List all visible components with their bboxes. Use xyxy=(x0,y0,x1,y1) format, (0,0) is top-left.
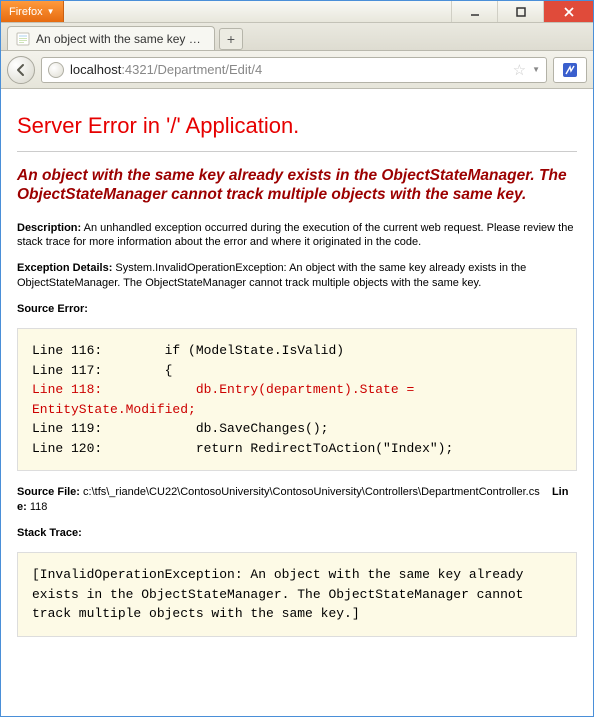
tab-active[interactable]: An object with the same key already exis… xyxy=(7,26,215,50)
close-button[interactable] xyxy=(543,1,593,22)
page-viewport: Server Error in '/' Application. An obje… xyxy=(1,89,593,716)
stack-trace-label: Stack Trace: xyxy=(17,527,82,539)
source-file-path: c:\tfs\_riande\CU22\ContosoUniversity\Co… xyxy=(80,486,540,498)
source-error-heading: Source Error: xyxy=(17,302,577,316)
firefox-menu-button[interactable]: Firefox ▼ xyxy=(1,1,64,22)
back-button[interactable] xyxy=(7,56,35,84)
description-text: An unhandled exception occurred during t… xyxy=(17,222,573,248)
error-subtitle: An object with the same key already exis… xyxy=(17,166,577,205)
page-favicon-icon xyxy=(16,32,30,46)
url-text[interactable]: localhost:4321/Department/Edit/4 xyxy=(70,62,507,77)
source-error-codebox: Line 116: if (ModelState.IsValid)Line 11… xyxy=(17,328,577,471)
description-label: Description: xyxy=(17,222,81,234)
tab-strip: An object with the same key already exis… xyxy=(1,23,593,51)
exception-label: Exception Details: xyxy=(17,262,112,274)
address-bar[interactable]: localhost:4321/Department/Edit/4 ☆ ▼ xyxy=(41,57,547,83)
divider xyxy=(17,151,577,152)
exception-paragraph: Exception Details: System.InvalidOperati… xyxy=(17,261,577,290)
navigation-toolbar: localhost:4321/Department/Edit/4 ☆ ▼ xyxy=(1,51,593,89)
plus-icon: + xyxy=(227,31,235,47)
new-tab-button[interactable]: + xyxy=(219,28,243,50)
globe-icon xyxy=(48,62,64,78)
line-number: 118 xyxy=(27,501,48,513)
browser-window: Firefox ▼ An object with the same key al… xyxy=(0,0,594,717)
search-engine-button[interactable] xyxy=(553,57,587,83)
source-file-info: Source File: c:\tfs\_riande\CU22\Contoso… xyxy=(17,485,577,514)
url-dropdown-icon[interactable]: ▼ xyxy=(532,65,540,74)
bookmark-star-icon[interactable]: ☆ xyxy=(513,61,526,79)
stack-trace-codebox: [InvalidOperationException: An object wi… xyxy=(17,552,577,637)
caption-drag-area[interactable] xyxy=(64,1,451,22)
maximize-button[interactable] xyxy=(497,1,543,22)
description-paragraph: Description: An unhandled exception occu… xyxy=(17,221,577,250)
stack-trace-heading: Stack Trace: xyxy=(17,526,577,540)
error-title: Server Error in '/' Application. xyxy=(17,113,577,139)
firefox-menu-label: Firefox xyxy=(9,6,43,18)
source-file-label: Source File: xyxy=(17,486,80,498)
source-error-label: Source Error: xyxy=(17,303,88,315)
chevron-down-icon: ▼ xyxy=(47,7,55,16)
url-path: :4321/Department/Edit/4 xyxy=(121,62,262,77)
window-caption: Firefox ▼ xyxy=(1,1,593,23)
minimize-button[interactable] xyxy=(451,1,497,22)
stack-trace-text: [InvalidOperationException: An object wi… xyxy=(32,567,531,621)
url-host: localhost xyxy=(70,62,121,77)
tab-title: An object with the same key already exis… xyxy=(36,32,206,46)
url-actions: ☆ ▼ xyxy=(513,61,540,79)
